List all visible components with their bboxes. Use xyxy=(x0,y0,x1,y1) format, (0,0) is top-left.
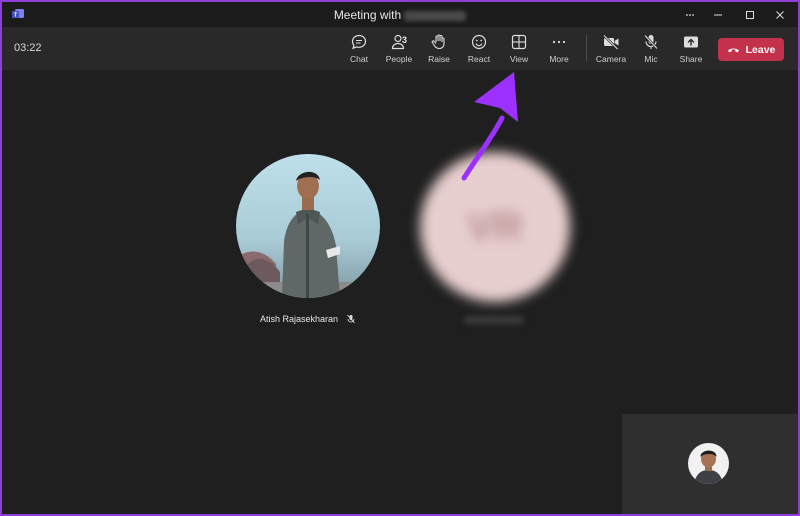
redacted-name xyxy=(404,10,467,21)
people-button[interactable]: 3 People xyxy=(379,31,419,67)
meeting-toolbar: 03:22 Chat 3 People Raise React View Mor… xyxy=(2,27,798,70)
self-view-tile[interactable] xyxy=(622,414,798,514)
participant-name-row: Atish Rajasekharan xyxy=(260,314,356,324)
people-label: People xyxy=(385,54,413,64)
phone-hangup-icon xyxy=(727,48,739,53)
share-label: Share xyxy=(679,54,703,64)
more-button[interactable]: More xyxy=(539,31,579,67)
react-icon xyxy=(471,34,487,50)
mic-off-icon xyxy=(644,34,658,50)
more-options-icon[interactable] xyxy=(676,2,704,27)
participant-photo xyxy=(236,154,380,298)
camera-button[interactable]: Camera xyxy=(591,31,631,67)
people-count: 3 xyxy=(402,35,408,45)
chat-label: Chat xyxy=(350,54,368,64)
self-avatar xyxy=(688,443,729,484)
view-icon xyxy=(511,34,527,50)
camera-label: Camera xyxy=(595,54,627,64)
chat-button[interactable]: Chat xyxy=(339,31,379,67)
title-bar: T Meeting with xyxy=(2,2,798,27)
blurred-participant-name xyxy=(464,316,524,324)
participant-initials: VR xyxy=(467,204,523,249)
raise-hand-button[interactable]: Raise xyxy=(419,31,459,67)
camera-off-icon xyxy=(603,34,619,50)
muted-mic-icon xyxy=(347,314,355,324)
more-label: More xyxy=(549,54,569,64)
raise-label: Raise xyxy=(428,54,450,64)
view-button[interactable]: View xyxy=(499,31,539,67)
close-icon[interactable] xyxy=(766,2,794,27)
mic-button[interactable]: Mic xyxy=(631,31,671,67)
toolbar-divider xyxy=(586,35,587,61)
participant-name: Atish Rajasekharan xyxy=(260,314,339,324)
share-icon xyxy=(684,36,698,48)
leave-button[interactable]: Leave xyxy=(718,38,784,61)
raise-hand-icon xyxy=(431,34,445,50)
share-button[interactable]: Share xyxy=(671,31,711,67)
more-icon xyxy=(552,40,566,44)
chat-icon xyxy=(351,34,367,50)
participant-avatar[interactable] xyxy=(236,154,380,298)
react-label: React xyxy=(467,54,491,64)
mic-label: Mic xyxy=(644,54,658,64)
view-label: View xyxy=(509,54,529,64)
minimize-icon[interactable] xyxy=(704,2,732,27)
maximize-icon[interactable] xyxy=(736,2,764,27)
leave-label: Leave xyxy=(745,43,776,56)
teams-meeting-window: T Meeting with 03:22 Chat 3 People Raise… xyxy=(2,2,798,514)
annotation-arrow xyxy=(461,72,518,181)
meeting-timer: 03:22 xyxy=(14,42,42,54)
react-button[interactable]: React xyxy=(459,31,499,67)
